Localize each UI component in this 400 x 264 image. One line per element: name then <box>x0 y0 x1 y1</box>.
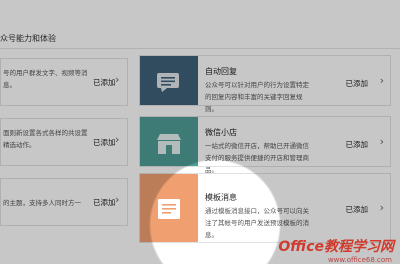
plugin-thumb <box>140 117 198 166</box>
watermark-brand: Office教程学习网 <box>278 239 394 255</box>
plugin-card-template-message[interactable]: 模板消息 通过模板消息接口，公众号可以向关注了其帐号的用户发送预设模板的消息。 … <box>139 173 391 243</box>
document-icon <box>158 199 180 219</box>
chevron-right-icon[interactable]: › <box>380 201 384 214</box>
plugin-name: 自动回复 <box>205 67 237 76</box>
plugin-card-wechat-store[interactable]: 微信小店 一站式的微信开店，帮助已开通微信支付的服务提供便捷的开店和管理商品。 … <box>139 116 391 174</box>
left-card-menu[interactable]: 面则新设置各式各样的共设置精选动作。 已添加 › <box>0 118 128 166</box>
chevron-right-icon[interactable]: › <box>115 73 119 86</box>
added-status: 已添加 <box>345 205 369 214</box>
chevron-right-icon[interactable]: › <box>380 74 384 87</box>
chevron-right-icon[interactable]: › <box>115 193 119 206</box>
chat-bubble-icon <box>157 73 179 92</box>
watermark-url: www.office68.com <box>327 256 392 264</box>
left-card-mass-message[interactable]: 号的用户群发文字、视频等消息。 已添加 › <box>0 58 128 106</box>
plugin-page: 众号能力和体验 号的用户群发文字、视频等消息。 已添加 › 面则新设置各式各样的… <box>0 0 400 264</box>
plugin-name: 模板消息 <box>205 193 237 202</box>
plugin-thumb <box>140 56 198 105</box>
chevron-right-icon[interactable]: › <box>380 135 384 148</box>
added-status: 已添加 <box>93 78 116 87</box>
plugin-card-auto-reply[interactable]: 自动回复 公众号可以针对用户的行为设置特定的回复内容和丰富的关键字回复规则。 已… <box>139 55 391 113</box>
plugin-thumb <box>140 174 198 242</box>
section-divider <box>0 48 400 49</box>
left-card-desc: 的主题，支持多人同时方一 <box>3 199 81 207</box>
added-status: 已添加 <box>345 140 369 149</box>
plugin-desc: 公众号可以针对用户的行为设置特定的回复内容和丰富的关键字回复规则。 <box>205 81 309 113</box>
chevron-right-icon[interactable]: › <box>115 133 119 146</box>
left-card-service[interactable]: 的主题，支持多人同时方一 已添加 › <box>0 178 128 226</box>
left-card-desc: 号的用户群发文字、视频等消息。 <box>3 69 88 89</box>
left-card-desc: 面则新设置各式各样的共设置精选动作。 <box>3 129 88 149</box>
plugin-desc: 一站式的微信开店，帮助已开通微信支付的服务提供便捷的开店和管理商品。 <box>205 142 309 174</box>
shop-icon <box>157 134 181 154</box>
added-status: 已添加 <box>93 138 116 147</box>
plugin-name: 微信小店 <box>205 128 237 137</box>
added-status: 已添加 <box>345 79 369 88</box>
added-status: 已添加 <box>93 198 116 207</box>
section-title: 众号能力和体验 <box>0 34 56 43</box>
